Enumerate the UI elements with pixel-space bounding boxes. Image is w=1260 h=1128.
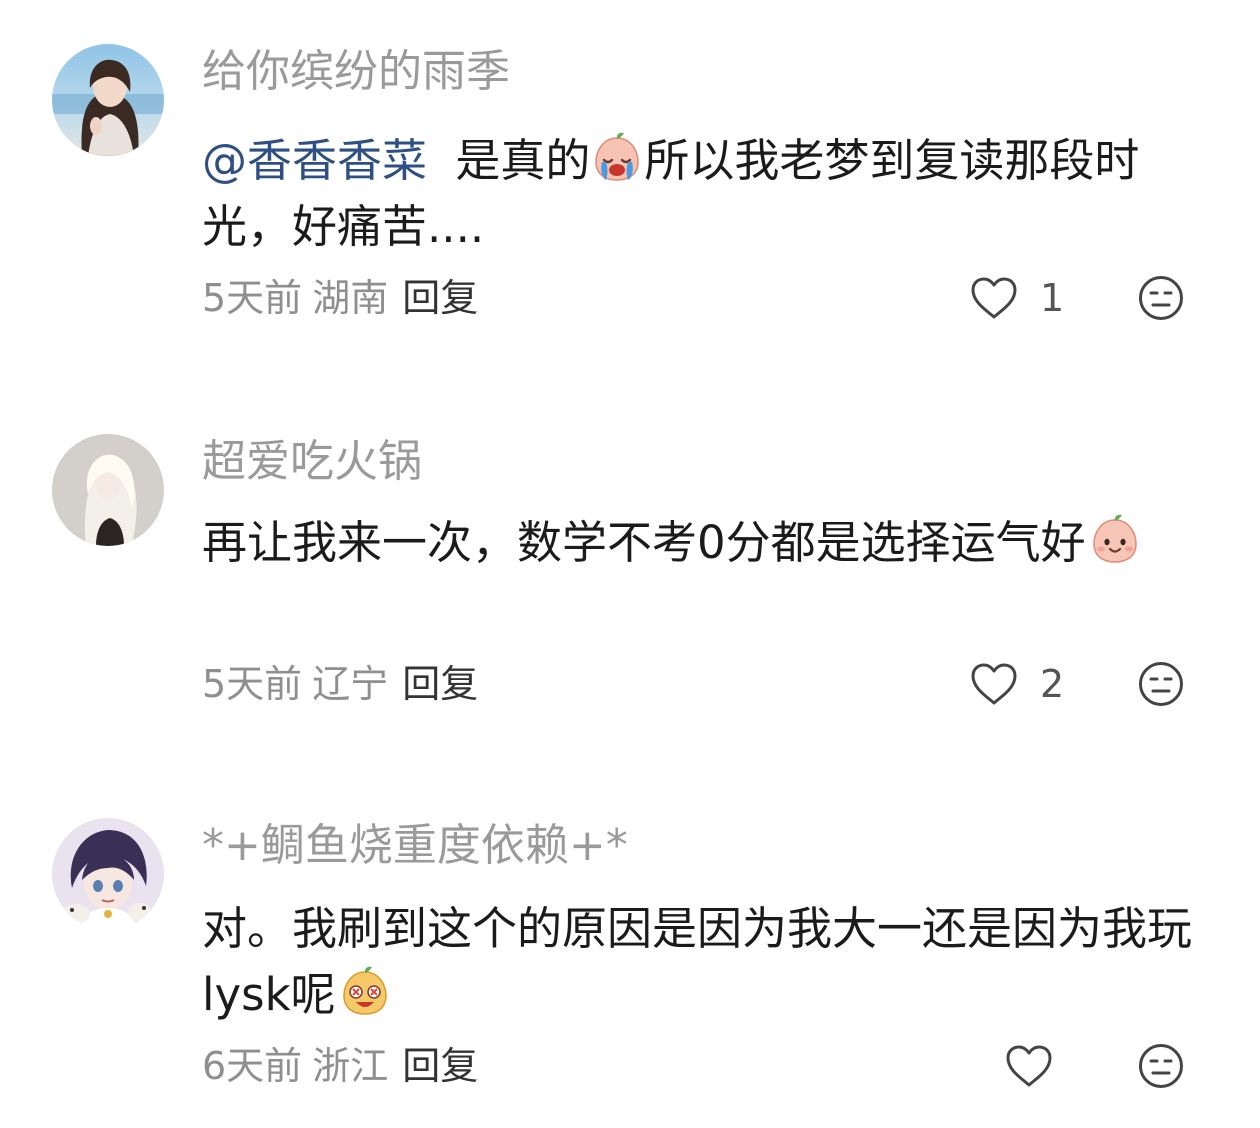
comment-meta: 6天前 浙江 回复 [202,1042,478,1090]
dizzy-eyes-emoji [338,964,392,1018]
comment-time: 6天前 [202,1044,303,1088]
comment-location: 浙江 [312,1044,389,1088]
like-button[interactable] [1003,1042,1055,1090]
comment-text: 对。我刷到这个的原因是因为我大一还是因为我玩lysk呢 [202,896,1202,1028]
avatar[interactable] [52,818,164,930]
reply-button[interactable]: 回复 [402,1044,478,1088]
comment-item: *+鲷鱼烧重度依赖+* 对。我刷到这个的原因是因为我大一还是因为我玩lysk呢 … [0,0,1260,1128]
dislike-button[interactable] [1137,1042,1185,1090]
neutral-face-icon [1139,1044,1183,1088]
username[interactable]: *+鲷鱼烧重度依赖+* [202,818,628,874]
heart-outline-icon [1006,1045,1052,1087]
